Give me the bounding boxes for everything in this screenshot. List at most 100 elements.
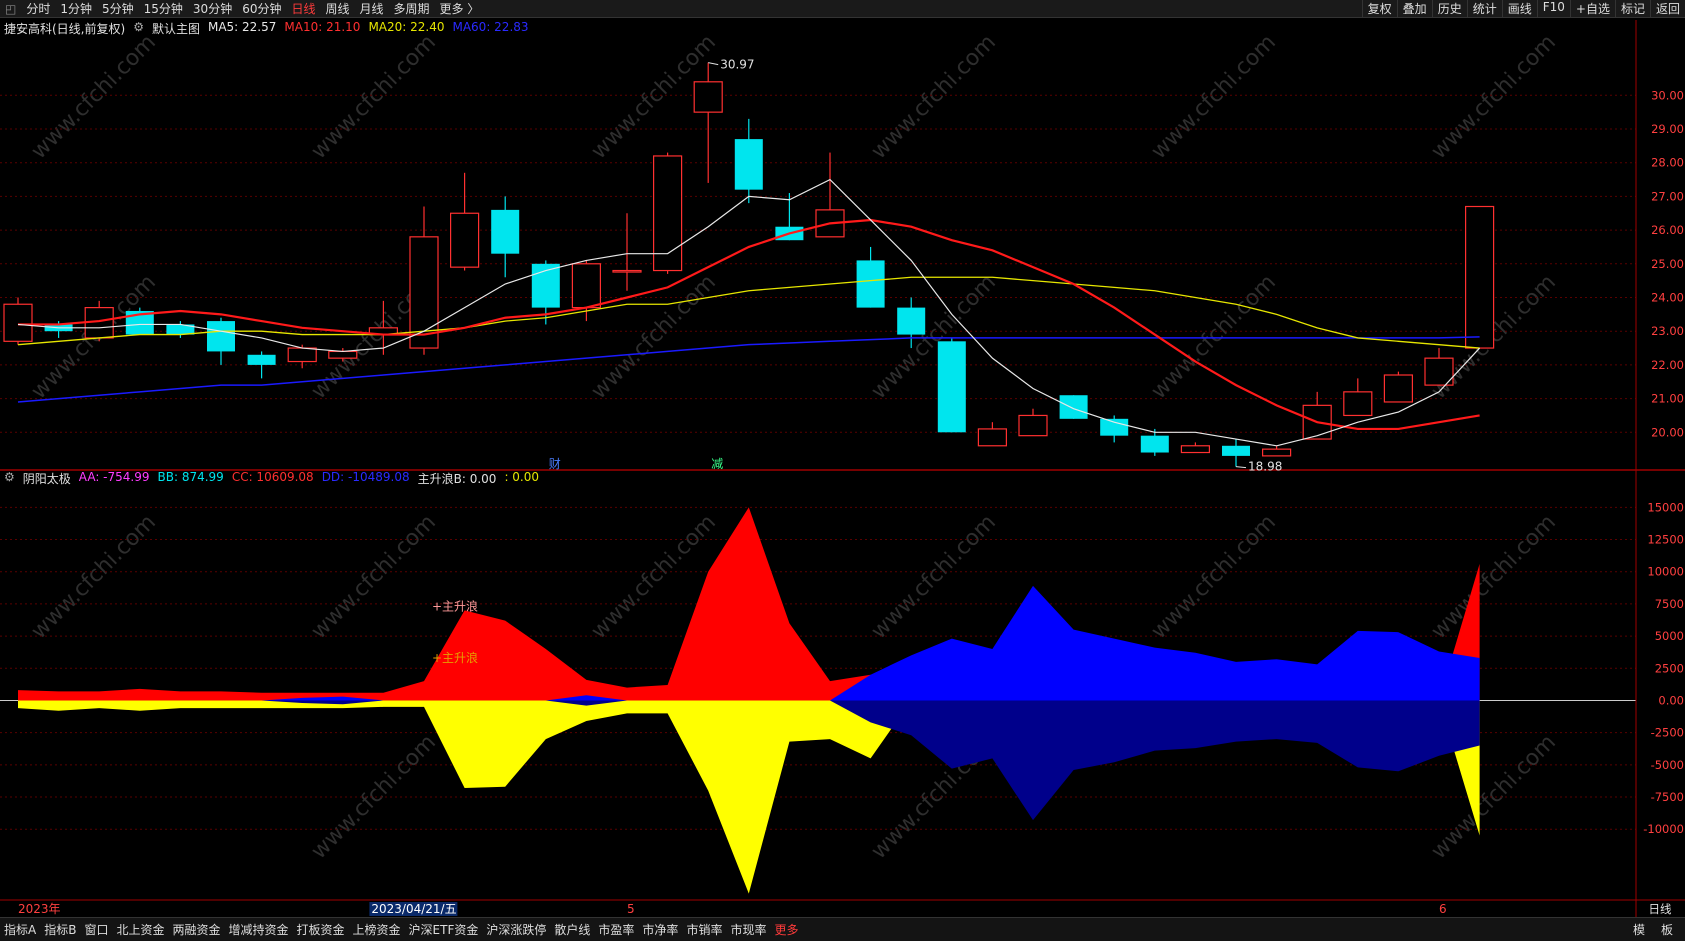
indicator-tabs: 指标A 指标B 窗口 北上资金 两融资金 增减持资金 打板资金 上榜资金 沪深ETF资金 沪深涨跌… [0,921,802,938]
watermark-text: www.cfchi.com [307,30,441,164]
y-tick-label: 24.00 [1651,290,1684,304]
candle[interactable] [1018,408,1048,437]
candles-layer [3,62,1495,467]
y-tick-label: 12500 [1647,533,1684,547]
candle[interactable] [450,172,480,271]
candle[interactable] [1424,348,1454,386]
indicator-tab[interactable]: 打板资金 [293,921,349,938]
y-tick-label: 5000 [1655,629,1684,643]
watermark-text: www.cfchi.com [27,30,161,164]
candle-body [1261,448,1292,457]
y-tick-label: 2500 [1655,661,1684,675]
candle[interactable] [734,118,763,204]
y-tick-label: 22.00 [1651,358,1684,372]
cursor-date: 2023/04/21/五 [371,902,456,916]
candle-body [1059,395,1088,419]
low-pointer [1235,466,1247,469]
watermark-text: www.cfchi.com [867,510,1001,644]
y-tick-label: 10000 [1647,565,1684,579]
candle-body [450,212,480,268]
period-label: 日线 [1649,902,1672,916]
chart-canvas[interactable]: www.cfchi.com www.cfchi.com www.cfchi.com w… [0,0,1685,941]
indicator-tab[interactable]: 散户线 [550,921,594,938]
indicator-tab[interactable]: 更多 [770,921,802,938]
candle[interactable] [612,213,642,291]
watermark-text: www.cfchi.com [1427,30,1561,164]
watermark-text: www.cfchi.com [867,30,1001,164]
candle[interactable] [1383,371,1414,403]
frame-layer [0,20,1685,917]
indicator-tab[interactable]: 市净率 [638,921,682,938]
candle[interactable] [937,337,966,433]
panel-button[interactable]: 板 [1657,921,1677,938]
wave-annotation: +主升浪 [432,598,478,613]
candle-body [1464,205,1495,349]
candle-body [3,303,33,342]
indicator-tab[interactable]: 增减持资金 [225,921,293,938]
high-label: 30.97 [720,58,754,72]
candle[interactable] [166,321,195,338]
candle[interactable] [652,152,683,274]
watermark-text: www.cfchi.com [1147,510,1281,644]
candle-body [571,263,602,309]
candle[interactable] [856,246,885,308]
candle[interactable] [1222,439,1250,467]
y-tick-label: 30.00 [1651,88,1684,102]
indicator-tab[interactable]: 上榜资金 [349,921,405,938]
month-label: 6 [1439,902,1447,916]
indicator-tab[interactable]: 两融资金 [168,921,224,938]
y-tick-label: 15000 [1647,500,1684,514]
candle-body [693,81,723,113]
candle-body [1383,374,1414,403]
indicator-tab[interactable]: 指标A [0,921,40,938]
ma60-line [17,336,1480,403]
candle-body [977,428,1008,447]
y-tick-label: 7500 [1655,597,1684,611]
panel-button[interactable]: 模 [1629,921,1649,938]
candle[interactable] [1464,205,1495,349]
candle-body [207,321,235,352]
candle[interactable] [1180,442,1211,454]
candle[interactable] [3,297,33,345]
low-label: 18.98 [1248,460,1282,474]
indicator-tab[interactable]: 指标B [40,921,80,938]
y-tick-label: 26.00 [1651,223,1684,237]
markers-layer: 30.97 18.98 财 减 +主升浪 +主升浪 2023年 2023/04/21/五 5 6 日… [18,58,1672,916]
candle-body [247,354,276,365]
candle[interactable] [1059,395,1088,419]
candle[interactable] [125,307,154,335]
indicator-tab[interactable]: 沪深ETF资金 [405,921,483,938]
candle-body [287,347,317,363]
candle[interactable] [977,422,1008,447]
candle[interactable] [491,196,520,278]
candle[interactable] [1261,445,1292,457]
ma-layer [17,178,1481,447]
candle[interactable] [1140,428,1169,456]
watermark-text: www.cfchi.com [1427,510,1561,644]
indicator-tab[interactable]: 市销率 [682,921,726,938]
ma5-line [17,178,1481,447]
watermark-text: www.cfchi.com [1147,270,1281,404]
candle-body [937,341,966,433]
y-tick-label: -10000 [1643,822,1684,836]
y-tick-label: 0.00 [1658,693,1684,707]
indicator-tab[interactable]: 市现率 [726,921,770,938]
wave-annotation: +主升浪 [432,650,478,665]
indicator-tab[interactable]: 市盈率 [594,921,638,938]
candle[interactable] [247,351,276,379]
watermark-text: www.cfchi.com [27,510,161,644]
candle-body [734,139,763,190]
indicator-tab[interactable]: 窗口 [80,921,112,938]
candle-body [1100,418,1129,436]
candle[interactable] [693,62,723,183]
y-axis-layer: 20.00 21.00 22.00 23.00 24.00 25.00 26.00 27.00… [1643,88,1684,836]
candle[interactable] [1343,378,1373,417]
candle-body [1180,445,1211,454]
candle-body [1222,445,1250,456]
candle[interactable] [207,317,235,365]
indicator-tab[interactable]: 沪深涨跌停 [482,921,550,938]
reduction-badge[interactable]: 减 [711,457,723,471]
financial-report-badge[interactable]: 财 [549,457,561,471]
indicator-tab[interactable]: 北上资金 [112,921,168,938]
y-tick-label: 25.00 [1651,257,1684,271]
